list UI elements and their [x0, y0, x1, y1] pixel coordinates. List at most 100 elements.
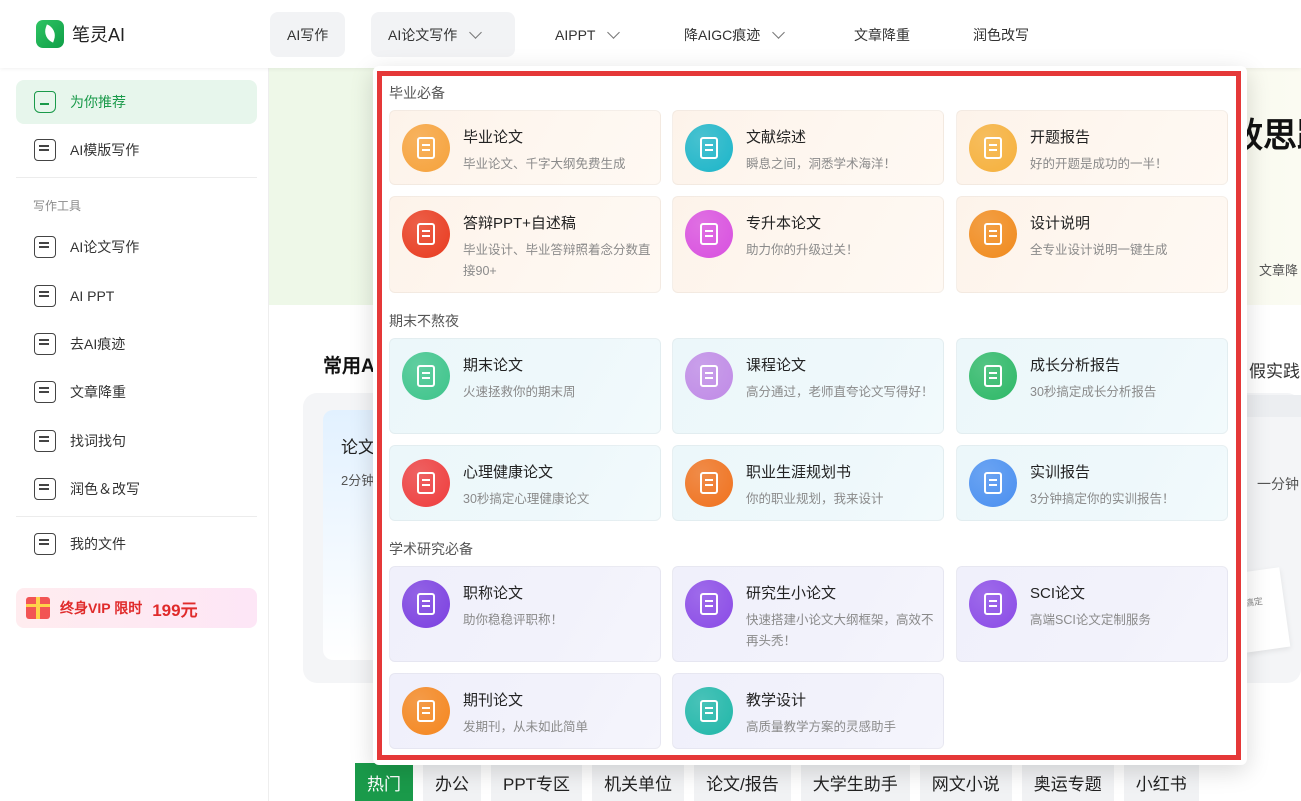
group-title: 期末不熬夜	[389, 313, 459, 329]
menu-card-description: 高质量教学方案的灵感助手	[746, 720, 897, 734]
sidebar-item-my-files[interactable]: 我的文件	[16, 522, 257, 566]
journal-icon	[402, 687, 450, 735]
category-tabs: 热门 办公 PPT专区 机关单位 论文/报告 大学生助手 网文小说 奥运专题 小…	[355, 763, 1199, 801]
right-section-title: 假实践	[1249, 362, 1300, 381]
right-card-subtitle: 一分钟	[1257, 476, 1299, 492]
menu-card[interactable]: 实训报告 3分钟搞定你的实训报告！	[956, 445, 1228, 521]
menu-card-description: 你的职业规划，我来设计	[746, 492, 884, 506]
grad-paper-icon	[685, 580, 733, 628]
icon-glyph	[417, 700, 435, 722]
nav-ai-paper-writing[interactable]: AI论文写作	[371, 12, 515, 57]
course-icon	[685, 352, 733, 400]
menu-card-title: 期末论文	[463, 357, 524, 374]
menu-card[interactable]: SCI论文 高端SCI论文定制服务	[956, 566, 1228, 662]
menu-card-title: 开题报告	[1030, 129, 1091, 146]
menu-card-description: 快速搭建小论文大纲框架，高效不再头秃！	[746, 613, 934, 648]
menu-card-description: 全专业设计说明一键生成	[1030, 243, 1168, 257]
sidebar-item-reduce-duplication[interactable]: 文章降重	[16, 370, 257, 414]
icon-glyph	[984, 365, 1002, 387]
menu-card-title: 教学设计	[746, 692, 807, 709]
pen-edit-icon	[402, 352, 450, 400]
banner-tag[interactable]: 文章降	[1259, 260, 1298, 279]
nav-article-rewrite[interactable]: 文章降重	[837, 12, 927, 57]
icon-glyph	[417, 472, 435, 494]
icon-glyph	[984, 472, 1002, 494]
tab-web-novel[interactable]: 网文小说	[919, 763, 1012, 801]
menu-card-description: 3分钟搞定你的实训报告！	[1030, 492, 1175, 506]
home-icon	[34, 91, 56, 113]
sidebar-item-label: 去AI痕迹	[70, 336, 126, 352]
menu-card[interactable]: 开题报告好的开题是成功的一半！	[956, 110, 1228, 185]
sidebar-item-label: 我的文件	[70, 536, 126, 552]
search-doc-icon	[34, 430, 56, 452]
nav-label: 降AIGC痕迹	[684, 26, 761, 43]
chevron-down-icon	[469, 25, 483, 39]
menu-card[interactable]: 成长分析报告 30秒搞定成长分析报告	[956, 338, 1228, 434]
menu-card-description: 好的开题是成功的一半！	[1030, 157, 1168, 171]
menu-card-description: 30秒搞定心理健康论文	[463, 492, 590, 506]
menu-card[interactable]: 设计说明 全专业设计说明一键生成	[956, 196, 1228, 293]
icon-glyph	[984, 137, 1002, 159]
sidebar-item-label: 为你推荐	[70, 94, 126, 110]
tab-office[interactable]: 办公	[423, 763, 481, 801]
menu-card[interactable]: 专升本论文 助力你的升级过关！	[672, 196, 944, 293]
sidebar-item-label: AI论文写作	[70, 239, 140, 255]
training-report-icon	[969, 459, 1017, 507]
icon-glyph	[417, 223, 435, 245]
sidebar-item-recommend[interactable]: 为你推荐	[16, 80, 257, 124]
divider	[16, 516, 257, 517]
menu-card[interactable]: 职业生涯规划书 你的职业规划，我来设计	[672, 445, 944, 521]
nav-ai-writing[interactable]: AI写作	[270, 12, 346, 57]
nav-reduce-aigc[interactable]: 降AIGC痕迹	[667, 12, 800, 57]
chart-check-icon	[34, 333, 56, 355]
menu-card[interactable]: 期刊论文 发期刊，从未如此简单	[389, 673, 661, 749]
menu-card-description: 助你稳稳评职称！	[463, 613, 564, 627]
menu-card[interactable]: 职称论文助你稳稳评职称！	[389, 566, 661, 662]
section-title: 常用AI	[323, 356, 381, 377]
menu-card[interactable]: 教学设计高质量教学方案的灵感助手	[672, 673, 944, 749]
nav-polish[interactable]: 润色改写	[956, 12, 1046, 57]
menu-card[interactable]: 文献综述 瞬息之间，洞悉学术海洋！	[672, 110, 944, 185]
growth-chart-icon	[969, 352, 1017, 400]
upgrade-icon	[685, 210, 733, 258]
menu-card[interactable]: 期末论文 火速拯救你的期末周	[389, 338, 661, 434]
group-title: 学术研究必备	[389, 541, 473, 557]
tab-olympics[interactable]: 奥运专题	[1021, 763, 1114, 801]
sidebar-item-label: 找词找句	[70, 433, 126, 449]
tab-ppt[interactable]: PPT专区	[491, 763, 583, 801]
logo[interactable]: 笔灵AI	[36, 20, 125, 48]
menu-card[interactable]: 心理健康论文 30秒搞定心理健康论文	[389, 445, 661, 521]
sidebar-item-label: 文章降重	[70, 384, 126, 400]
group-title: 毕业必备	[389, 85, 445, 101]
nav-label: AI写作	[287, 26, 329, 43]
template-icon	[34, 139, 56, 161]
sidebar-item-template-writing[interactable]: AI模版写作	[16, 128, 257, 172]
tab-hot[interactable]: 热门	[355, 763, 413, 801]
icon-glyph	[700, 700, 718, 722]
menu-card[interactable]: 答辩PPT+自述稿 毕业设计、毕业答辩照着念分数直接90+	[389, 196, 661, 293]
teaching-icon	[685, 687, 733, 735]
menu-card[interactable]: 课程论文 高分通过，老师直夸论文写得好！	[672, 338, 944, 434]
sidebar-item-ai-paper[interactable]: AI论文写作	[16, 225, 257, 269]
menu-card[interactable]: 研究生小论文 快速搭建小论文大纲框架，高效不再头秃！	[672, 566, 944, 662]
ppt-p-icon	[402, 210, 450, 258]
nav-aippt[interactable]: AIPPT	[538, 12, 635, 57]
tab-government[interactable]: 机关单位	[592, 763, 685, 801]
vip-promo-button[interactable]: 终身VIP 限时 199元	[16, 588, 257, 628]
sidebar-item-find-words[interactable]: 找词找句	[16, 419, 257, 463]
sidebar-item-remove-ai-trace[interactable]: 去AI痕迹	[16, 322, 257, 366]
menu-card[interactable]: 毕业论文 毕业论文、千字大纲免费生成	[389, 110, 661, 185]
menu-card-title: 职称论文	[463, 585, 524, 602]
tab-paper-report[interactable]: 论文/报告	[694, 763, 791, 801]
sidebar-item-ai-ppt[interactable]: AI PPT	[16, 274, 257, 318]
menu-card-description: 30秒搞定成长分析报告	[1030, 385, 1157, 399]
career-icon	[685, 459, 733, 507]
icon-glyph	[700, 472, 718, 494]
chevron-down-icon	[607, 25, 621, 39]
sidebar-item-polish-rewrite[interactable]: 润色＆改写	[16, 467, 257, 511]
sidebar-item-label: 润色＆改写	[70, 481, 140, 497]
literature-icon	[685, 124, 733, 172]
tab-student[interactable]: 大学生助手	[800, 763, 910, 801]
divider	[16, 177, 257, 178]
tab-xiaohongshu[interactable]: 小红书	[1123, 763, 1199, 801]
